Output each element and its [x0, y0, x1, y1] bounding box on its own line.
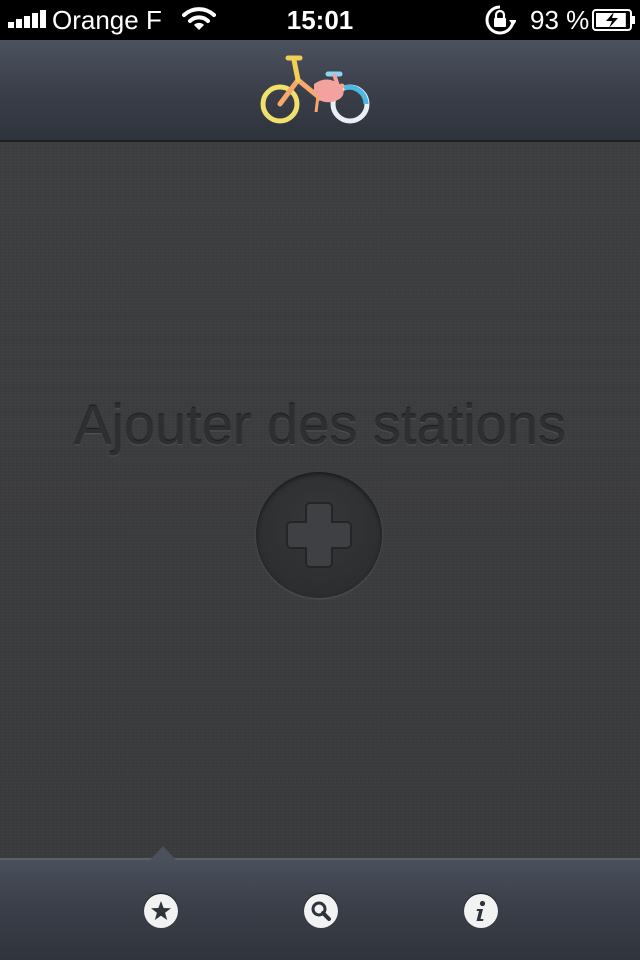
tab-favorites[interactable] — [144, 894, 178, 928]
status-bar: Orange F 15:01 93 % — [0, 0, 640, 40]
add-station-button[interactable] — [256, 472, 382, 598]
info-icon — [476, 900, 486, 921]
tab-bar — [0, 846, 640, 960]
search-icon — [311, 901, 331, 921]
rotation-lock-icon — [485, 5, 516, 35]
battery-charging-icon — [592, 9, 635, 31]
favorites-content: Ajouter des stations — [0, 142, 640, 858]
bicycle-logo-icon — [260, 55, 370, 124]
battery-percentage: 93 % — [530, 5, 590, 35]
star-icon — [151, 901, 171, 920]
selected-tab-indicator — [150, 846, 176, 860]
tab-search[interactable] — [304, 894, 338, 928]
tab-info[interactable] — [464, 894, 498, 928]
plus-icon — [286, 502, 352, 568]
app-screen: Orange F 15:01 93 % Ajouter des stations — [0, 0, 640, 960]
empty-state-title: Ajouter des stations — [74, 393, 566, 456]
